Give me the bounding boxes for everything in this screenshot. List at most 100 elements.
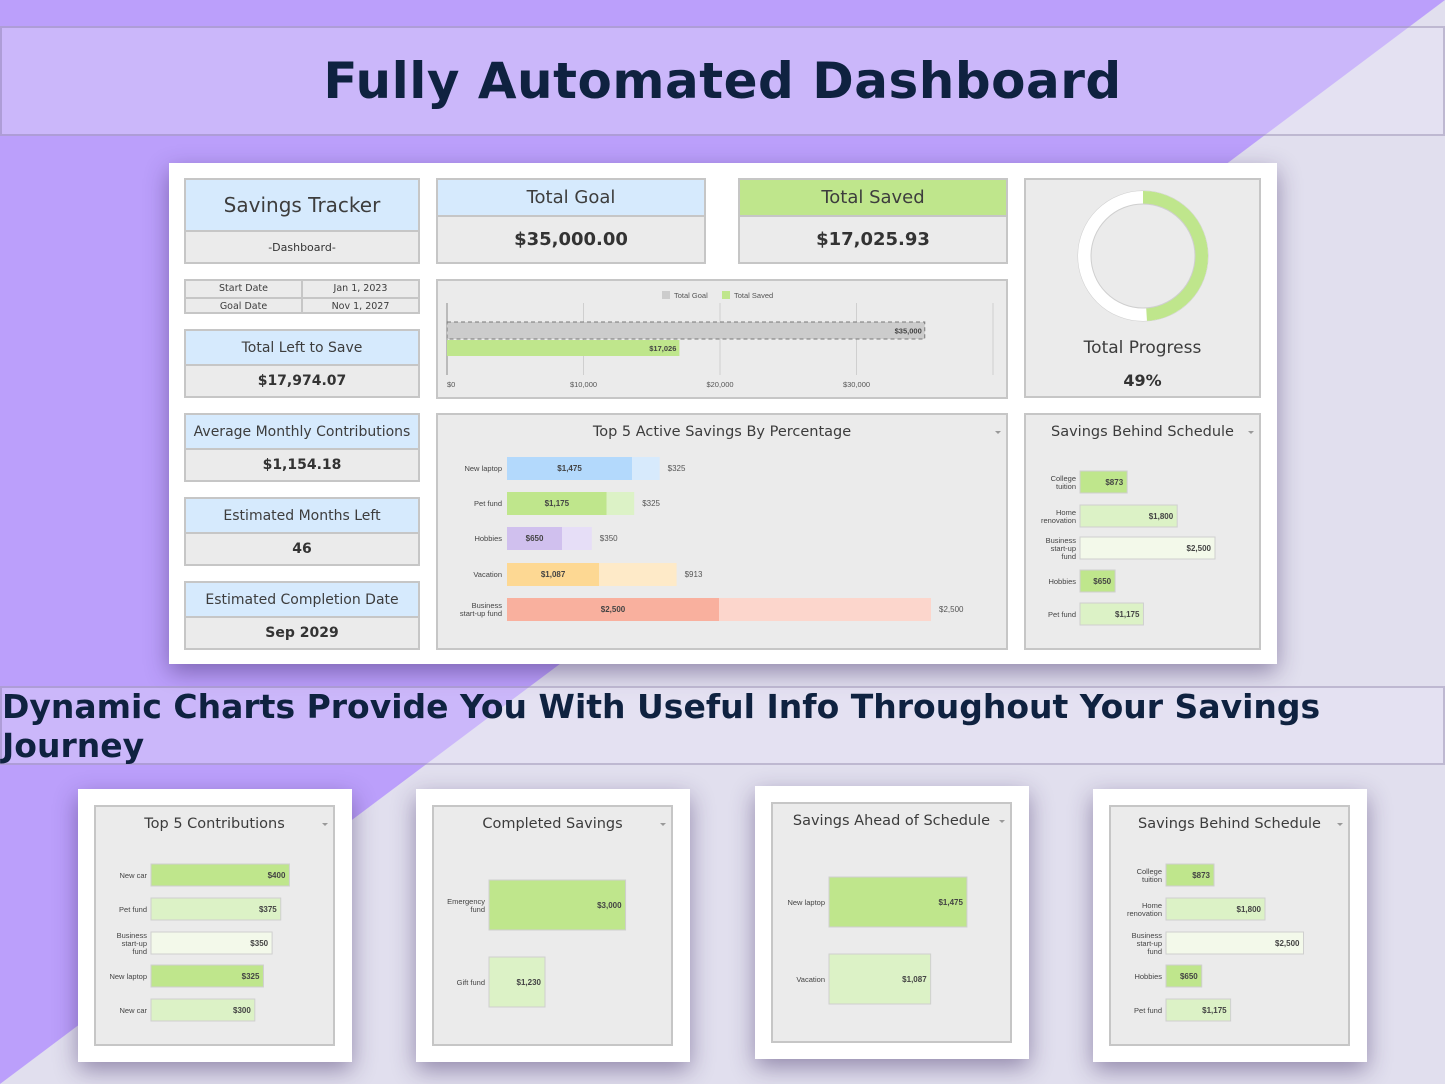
completed-savings-chart[interactable]: Completed Savings Emergency fund $3,000 Gif…	[432, 805, 673, 1046]
category-label: fund	[1061, 552, 1076, 561]
bar-remaining	[562, 527, 592, 550]
stat-completion-date: Estimated Completion Date Sep 2029	[184, 581, 420, 650]
category-label: Hobbies	[1134, 972, 1162, 981]
category-label: New car	[119, 871, 147, 880]
total-goal-card: Total Goal $35,000.00	[436, 178, 706, 264]
legend-swatch	[722, 291, 730, 299]
category-label: fund	[470, 905, 485, 914]
bar-value-label: $3,000	[597, 901, 622, 910]
bar-remaining-label: $325	[668, 464, 686, 473]
page-title-banner: Fully Automated Dashboard	[0, 26, 1445, 136]
bar-saved-label: $1,087	[541, 570, 566, 579]
category-label: New laptop	[787, 898, 825, 907]
bar-value-label: $400	[268, 871, 286, 880]
progress-label: Total Progress	[1083, 338, 1202, 358]
bar-value-label: $2,500	[1187, 544, 1212, 553]
bar-value-label: $1,175	[1115, 610, 1140, 619]
category-label: Pet fund	[119, 905, 147, 914]
goal-vs-saved-chart[interactable]: Total Goal Total Saved $0 $10,000 $20,000 $30…	[436, 279, 1008, 399]
bar-value-label: $1,230	[517, 978, 542, 987]
stat-label: Average Monthly Contributions	[186, 415, 418, 450]
top5-contributions-chart[interactable]: Top 5 Contributions New car $400 Pet fund $…	[94, 805, 335, 1046]
bar-value-label: $1,800	[1149, 512, 1174, 521]
behind-schedule-svg: Collegetuition $873Homerenovation $1,800Bu…	[1041, 470, 1216, 626]
category-label: Pet fund	[1134, 1006, 1162, 1015]
bar-saved-label: $1,475	[557, 464, 582, 473]
bar-remaining-label: $913	[685, 570, 703, 579]
category-label: tuition	[1056, 482, 1076, 491]
legend-label: Total Saved	[734, 291, 773, 300]
bar-total-saved	[447, 340, 680, 356]
bar-value-label: $873	[1192, 871, 1210, 880]
bar-value-label: $650	[1180, 972, 1198, 981]
start-date-value: Jan 1, 2023	[301, 281, 418, 297]
tracker-title: Savings Tracker	[186, 180, 418, 232]
bar-remaining	[632, 457, 660, 480]
start-date-row: Start Date Jan 1, 2023	[186, 281, 418, 297]
goal-date-value: Nov 1, 2027	[301, 298, 418, 314]
bar-value-label: $1,475	[938, 898, 963, 907]
bar-remaining	[599, 563, 677, 586]
category-label: Hobbies	[1048, 577, 1076, 586]
subtitle-text: Dynamic Charts Provide You With Useful I…	[2, 686, 1321, 765]
bar-value-label: $300	[233, 1006, 251, 1015]
category-label: renovation	[1041, 516, 1076, 525]
stat-label: Estimated Completion Date	[186, 583, 418, 618]
dates-table: Start Date Jan 1, 2023 Goal Date Nov 1, …	[184, 279, 420, 314]
page-title: Fully Automated Dashboard	[323, 52, 1122, 110]
stat-months-left: Estimated Months Left 46	[184, 497, 420, 566]
bar-value-label: $1,087	[902, 975, 927, 984]
goal-date-row: Goal Date Nov 1, 2027	[186, 296, 418, 314]
bar-remaining-label: $2,500	[939, 605, 964, 614]
category-label: start-up fund	[460, 609, 502, 618]
bar-value-label: $17,026	[649, 344, 676, 353]
card-completed-savings: Completed Savings Emergency fund $3,000 Gif…	[416, 789, 690, 1062]
goal-date-label: Goal Date	[219, 300, 268, 312]
bar-saved-label: $650	[526, 534, 544, 543]
top5-contributions-svg: New car $400Pet fund $375Businessstart-upf…	[109, 863, 290, 1022]
stat-label: Estimated Months Left	[186, 499, 418, 534]
bar-value-label: $1,800	[1237, 905, 1262, 914]
x-tick-label: $0	[447, 380, 455, 389]
total-goal-value: $35,000.00	[514, 229, 628, 250]
category-label: New laptop	[464, 464, 502, 473]
bar-value-label: $873	[1105, 478, 1123, 487]
legend-swatch	[662, 291, 670, 299]
stat-total-left: Total Left to Save $17,974.07	[184, 329, 420, 398]
bar-remaining	[719, 598, 931, 621]
behind-schedule-card-chart[interactable]: Savings Behind Schedule College tuition $8…	[1109, 805, 1350, 1046]
card-top5-contributions: Top 5 Contributions New car $400 Pet fund $…	[78, 789, 352, 1062]
category-label: Pet fund	[474, 499, 502, 508]
stat-value: $17,974.07	[257, 373, 347, 389]
bar-value-label: $2,500	[1275, 939, 1300, 948]
category-label: tuition	[1142, 875, 1162, 884]
bar-total-goal	[446, 321, 926, 340]
category-label: Gift fund	[457, 978, 485, 987]
x-tick-label: $30,000	[843, 380, 870, 389]
category-label: Pet fund	[1048, 610, 1076, 619]
behind-schedule-chart[interactable]: Savings Behind Schedule College tuition $8…	[1024, 413, 1261, 650]
completed-savings-svg: Emergencyfund $3,000Gift fund $1,230	[447, 879, 627, 1008]
stat-avg-monthly: Average Monthly Contributions $1,154.18	[184, 413, 420, 482]
bar-remaining-label: $350	[600, 534, 618, 543]
bar-value-label: $325	[242, 972, 260, 981]
x-tick-label: $10,000	[570, 380, 597, 389]
ahead-schedule-chart[interactable]: Savings Ahead of Schedule New laptop $1,4…	[771, 802, 1012, 1043]
top5-active-chart[interactable]: Top 5 Active Savings By Percentage New l…	[436, 413, 1008, 650]
category-label: fund	[132, 947, 147, 956]
category-label: Vacation	[473, 570, 502, 579]
card-ahead-schedule: Savings Ahead of Schedule New laptop $1,4…	[755, 786, 1029, 1059]
stat-value: Sep 2029	[265, 625, 339, 641]
total-saved-card: Total Saved $17,025.93	[738, 178, 1008, 264]
bar-remaining	[606, 492, 635, 515]
progress-donut	[1077, 190, 1209, 322]
total-goal-label: Total Goal	[438, 180, 704, 217]
legend-label: Total Goal	[674, 291, 708, 300]
total-progress-card: Total Progress 49%	[1024, 178, 1261, 398]
x-tick-label: $20,000	[706, 380, 733, 389]
ahead-schedule-svg: New laptop $1,475 Vacation $1,087	[787, 876, 968, 1005]
stat-value: 46	[292, 541, 312, 557]
goal-vs-saved-svg: Total Goal Total Saved $0 $10,000 $20,000 $30…	[446, 291, 994, 389]
category-label: New car	[119, 1006, 147, 1015]
progress-value: 49%	[1123, 371, 1162, 390]
